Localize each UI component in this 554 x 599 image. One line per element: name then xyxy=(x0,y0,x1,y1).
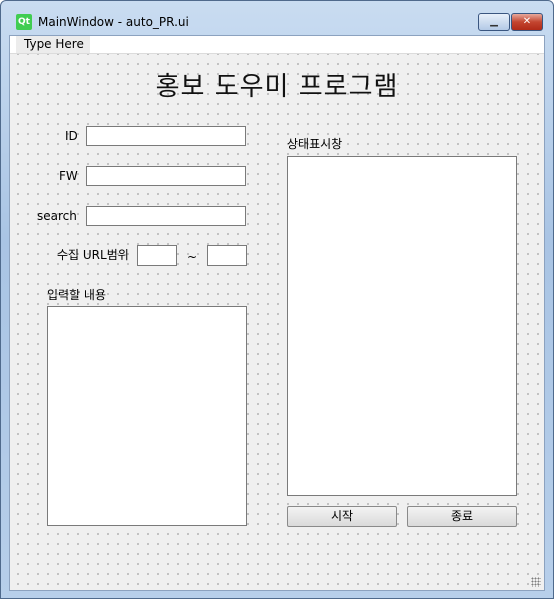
close-button[interactable]: ✕ xyxy=(511,13,543,31)
qt-logo-icon: Qt xyxy=(16,14,32,30)
status-display[interactable] xyxy=(287,156,517,496)
fw-label: FW xyxy=(59,169,78,183)
start-button[interactable]: 시작 xyxy=(287,506,397,527)
search-label: search xyxy=(37,209,77,223)
page-title: 홍보 도우미 프로그램 xyxy=(155,72,399,102)
range-separator: ~ xyxy=(187,250,198,264)
status-label: 상태표시창 xyxy=(287,137,343,151)
menu-type-here[interactable]: Type Here xyxy=(16,36,90,53)
menu-bar: Type Here xyxy=(10,36,544,54)
url-range-label: 수집 URL범위 xyxy=(57,248,129,262)
url-range-end-input[interactable] xyxy=(207,245,247,266)
main-window: Qt MainWindow - auto_PR.ui ▁ ✕ Type Here… xyxy=(0,0,554,599)
window-title: MainWindow - auto_PR.ui xyxy=(38,15,189,29)
fw-input[interactable] xyxy=(86,166,246,186)
content-textarea[interactable] xyxy=(47,306,247,526)
id-label: ID xyxy=(65,129,78,143)
title-bar[interactable]: Qt MainWindow - auto_PR.ui ▁ ✕ xyxy=(1,1,553,35)
search-input[interactable] xyxy=(86,206,246,226)
id-input[interactable] xyxy=(86,126,246,146)
minimize-button[interactable]: ▁ xyxy=(478,13,510,31)
form-canvas: Type Here 홍보 도우미 프로그램 ID FW search 수집 UR… xyxy=(9,35,545,591)
exit-button[interactable]: 종료 xyxy=(407,506,517,527)
resize-grip-icon[interactable] xyxy=(531,577,541,587)
content-label: 입력할 내용 xyxy=(47,288,107,302)
url-range-start-input[interactable] xyxy=(137,245,177,266)
